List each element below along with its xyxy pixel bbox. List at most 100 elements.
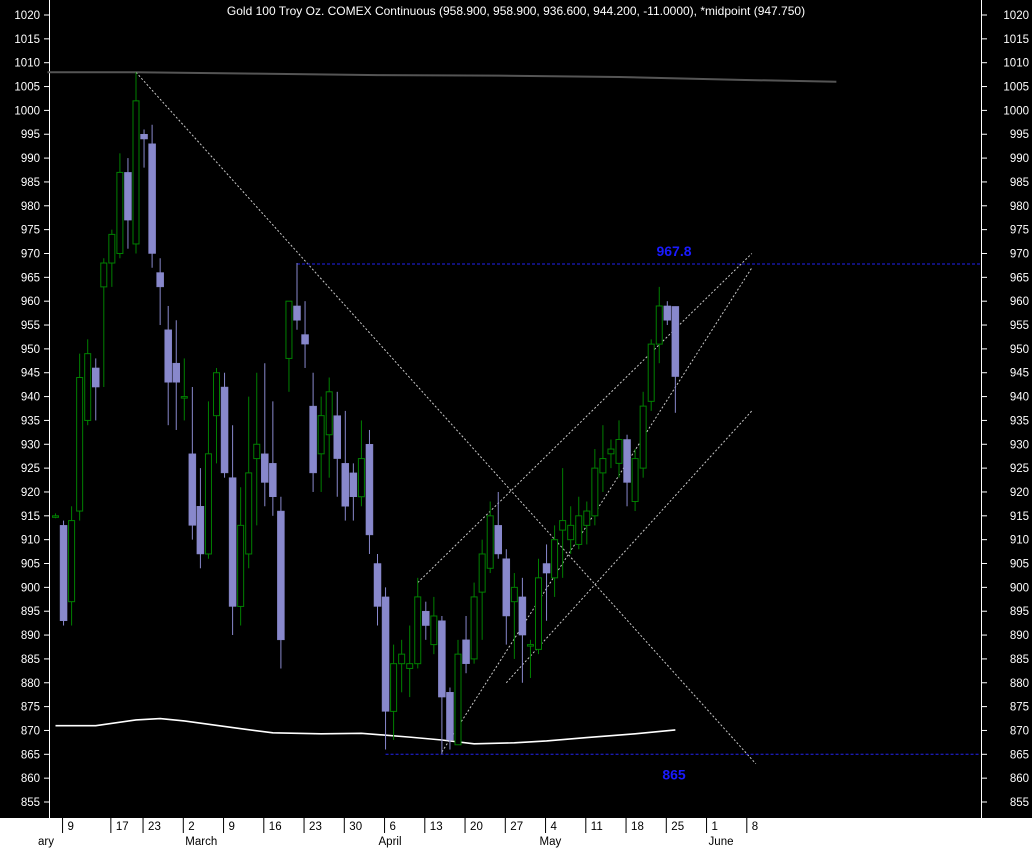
candle-50 <box>446 687 454 750</box>
candle-body <box>486 515 494 569</box>
y-tick-label-left: 945 <box>21 368 40 380</box>
x-day-label: 13 <box>430 821 443 833</box>
y-tick-label-right: 900 <box>1010 582 1029 594</box>
candle-body <box>317 415 325 455</box>
y-tick-label-left: 985 <box>21 177 40 189</box>
candle-body <box>381 596 390 712</box>
y-tick-label-right: 890 <box>1010 630 1029 642</box>
candle-body <box>535 577 542 650</box>
x-day-label: 18 <box>631 821 644 833</box>
candle-body <box>438 620 446 698</box>
candle-body <box>140 133 148 140</box>
candle-body <box>615 439 623 464</box>
candle-body <box>301 334 309 345</box>
candle-body <box>422 610 430 626</box>
y-tick-label-left: 1005 <box>14 82 40 94</box>
y-tick-label-left: 885 <box>21 654 40 666</box>
candle-body <box>414 596 422 665</box>
y-tick-label-left: 1010 <box>14 58 40 70</box>
candle-4 <box>76 353 84 521</box>
candle-body <box>180 396 188 399</box>
y-tick-label-right: 880 <box>1010 678 1029 690</box>
y-tick-label-right: 885 <box>1010 654 1029 666</box>
candle-body <box>277 510 285 641</box>
y-tick-label-left: 995 <box>21 129 40 141</box>
y-tick-label-right: 980 <box>1010 201 1029 213</box>
y-tick-label-left: 880 <box>21 678 40 690</box>
candle-body <box>607 448 615 455</box>
candle-body <box>599 458 607 474</box>
y-tick-label-right: 860 <box>1010 773 1029 785</box>
candle-body <box>446 692 454 741</box>
x-month-label: March <box>185 836 217 848</box>
y-tick-label-right: 930 <box>1010 439 1029 451</box>
y-tick-label-right: 950 <box>1010 344 1029 356</box>
candle-75 <box>647 339 655 411</box>
candle-body <box>164 329 172 383</box>
candle-body <box>237 524 245 607</box>
candle-body <box>357 458 365 498</box>
candlestick-chart: 967.8 865 855 860 865 870 875 880 885 890 895 900 9… <box>0 0 1032 848</box>
x-month-label: June <box>709 836 734 848</box>
y-tick-label-left: 940 <box>21 392 40 404</box>
candle-body <box>253 443 261 460</box>
candle-body <box>494 525 502 555</box>
candle-body <box>204 453 212 555</box>
y-tick-label-right: 970 <box>1010 248 1029 260</box>
candle-body <box>518 596 527 636</box>
y-tick-label-left: 915 <box>21 511 40 523</box>
y-tick-label-right: 1005 <box>1003 82 1029 94</box>
candle-body <box>623 439 631 483</box>
candle-body <box>132 100 140 245</box>
candle-body <box>462 639 470 664</box>
x-day-label: 8 <box>752 821 758 833</box>
y-tick-label-right: 940 <box>1010 392 1029 404</box>
y-tick-label-right: 915 <box>1010 511 1029 523</box>
x-day-label: 4 <box>551 821 558 833</box>
candle-body <box>591 467 599 517</box>
candle-body <box>502 558 511 617</box>
y-tick-label-left: 1020 <box>14 10 40 22</box>
candle-body <box>84 353 92 421</box>
candle-body <box>639 405 647 469</box>
candle-body <box>285 300 293 359</box>
y-tick-label-left: 1015 <box>14 34 40 46</box>
candle-body <box>406 663 414 669</box>
y-tick-label-left: 955 <box>21 320 40 332</box>
candle-body <box>188 453 197 526</box>
y-tick-label-left: 990 <box>21 153 40 165</box>
y-tick-label-left: 860 <box>21 773 40 785</box>
candle-body <box>59 525 68 622</box>
candle-body <box>196 506 205 555</box>
y-tick-label-right: 990 <box>1010 153 1029 165</box>
candle-body <box>454 653 462 746</box>
y-tick-label-left: 975 <box>21 225 40 237</box>
y-tick-label-left: 1000 <box>14 105 40 117</box>
x-day-label: 27 <box>510 821 523 833</box>
candle-body <box>76 376 84 512</box>
y-tick-label-right: 905 <box>1010 559 1029 571</box>
x-day-label: 1 <box>712 821 718 833</box>
x-day-label: 23 <box>148 821 161 833</box>
x-day-label: 20 <box>470 821 483 833</box>
candle-body <box>542 563 551 574</box>
y-tick-label-right: 1020 <box>1003 10 1029 22</box>
candle-body <box>172 362 180 383</box>
x-month-label: April <box>379 836 402 848</box>
candle-body <box>567 524 575 541</box>
level-label-2: 865 <box>662 766 686 782</box>
y-tick-label-right: 920 <box>1010 487 1029 499</box>
candle-body <box>245 472 253 555</box>
candle-body <box>68 520 76 603</box>
y-tick-label-left: 855 <box>21 797 40 809</box>
y-tick-label-left: 950 <box>21 344 40 356</box>
candle-body <box>390 663 398 712</box>
y-tick-label-left: 980 <box>21 201 40 213</box>
y-tick-label-left: 925 <box>21 463 40 475</box>
candle-73 <box>631 449 639 512</box>
candle-body <box>333 415 341 459</box>
candle-51 <box>454 639 462 746</box>
y-tick-label-right: 925 <box>1010 463 1029 475</box>
y-tick-label-left: 890 <box>21 630 40 642</box>
y-tick-label-left: 900 <box>21 582 40 594</box>
